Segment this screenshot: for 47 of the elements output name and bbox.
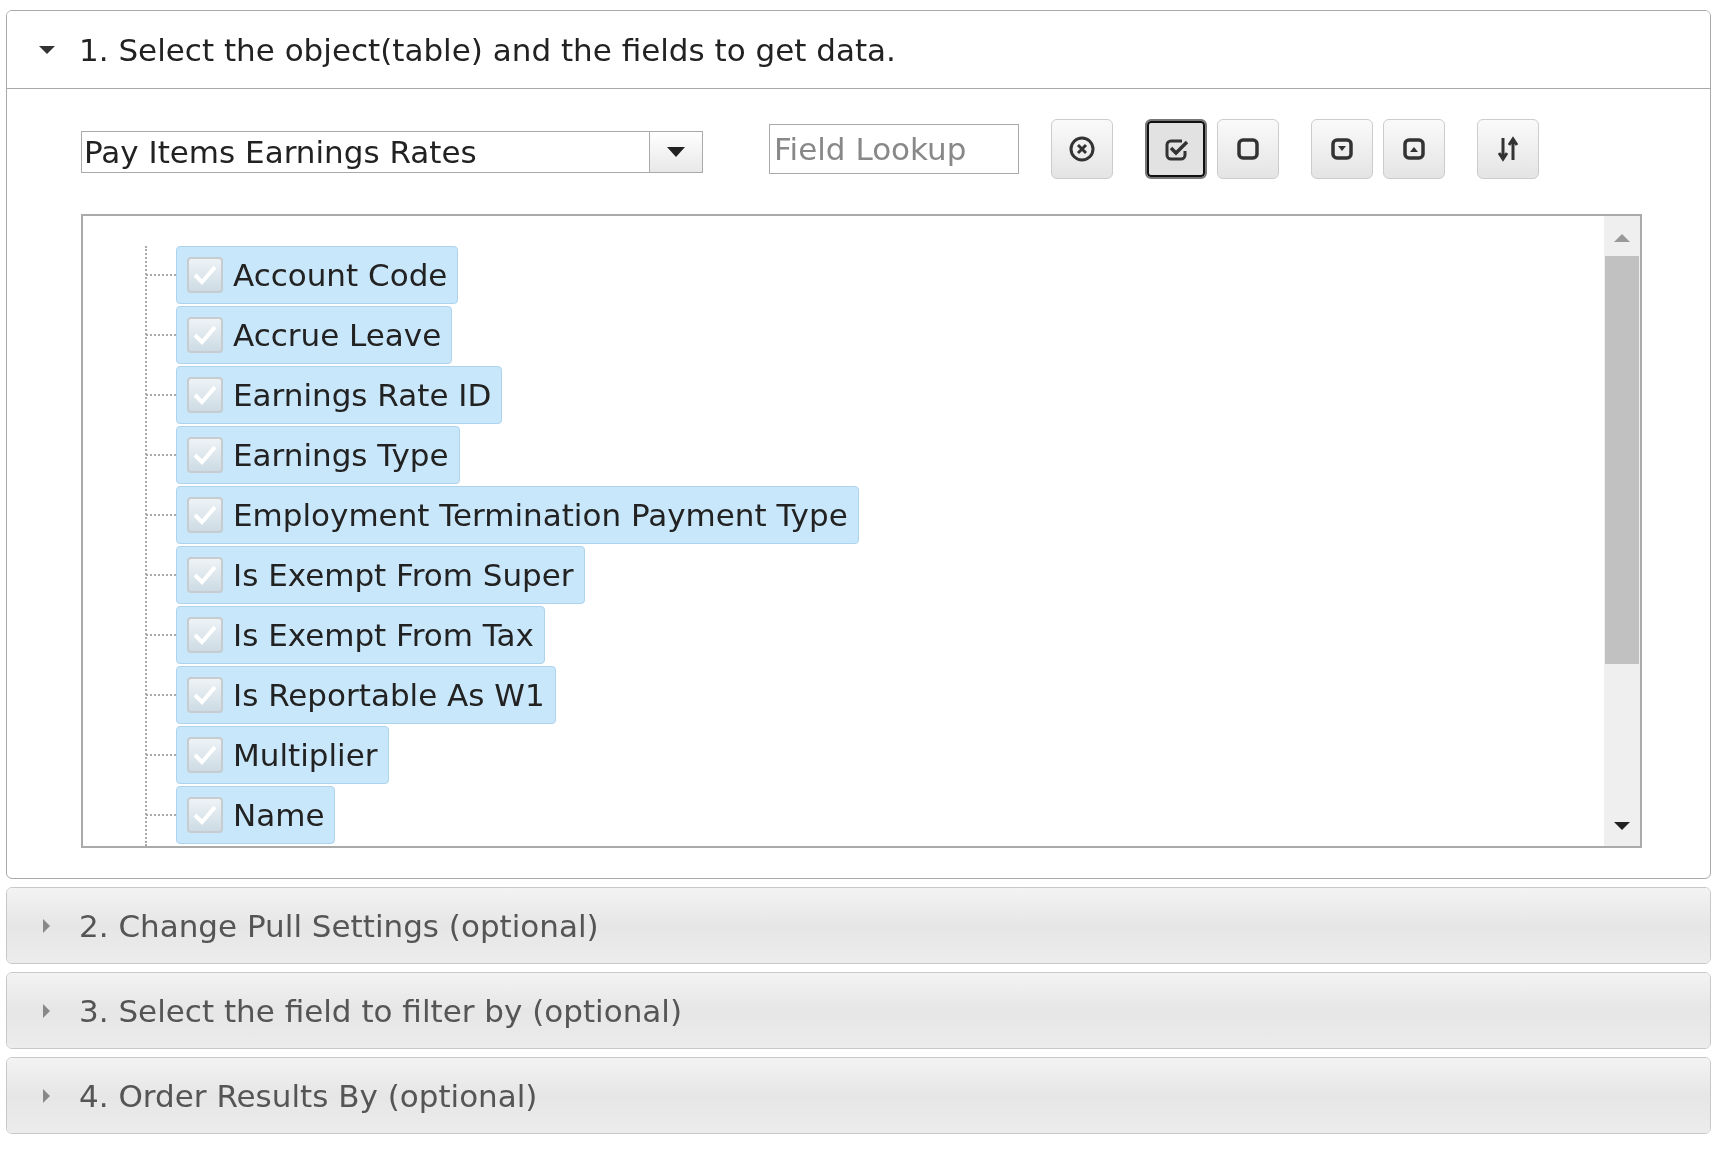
check-icon	[192, 624, 218, 646]
check-icon	[192, 564, 218, 586]
scrollbar[interactable]	[1604, 216, 1640, 846]
tree-item[interactable]: Accrue Leave	[176, 306, 453, 364]
check-all-button[interactable]	[1145, 119, 1207, 179]
checkbox[interactable]	[187, 557, 223, 593]
checkbox[interactable]	[187, 797, 223, 833]
sort-button[interactable]	[1477, 119, 1539, 179]
uncheck-all-button[interactable]	[1217, 119, 1279, 179]
accordion-header[interactable]: 3. Select the field to filter by (optional)	[7, 973, 1710, 1048]
check-icon	[192, 324, 218, 346]
checkbox[interactable]	[187, 617, 223, 653]
clear-icon	[1068, 135, 1096, 163]
check-icon	[192, 504, 218, 526]
check-icon	[192, 444, 218, 466]
checkbox[interactable]	[187, 437, 223, 473]
expand-button[interactable]	[1311, 119, 1373, 179]
accordion-header[interactable]: 1. Select the object(table) and the fields to get data.	[7, 11, 1710, 89]
tree-item[interactable]: Is Reportable As W1	[176, 666, 556, 724]
checkbox[interactable]	[187, 737, 223, 773]
check-icon	[192, 744, 218, 766]
checkbox[interactable]	[187, 317, 223, 353]
tree-item[interactable]: Account Code	[176, 246, 459, 304]
square-icon	[1234, 135, 1262, 163]
check-icon	[192, 264, 218, 286]
checkbox[interactable]	[187, 257, 223, 293]
field-lookup-input[interactable]: Field Lookup	[769, 124, 1019, 174]
tree-item[interactable]: Multiplier	[176, 726, 389, 784]
collapse-button[interactable]	[1383, 119, 1445, 179]
check-icon	[192, 804, 218, 826]
object-dropdown[interactable]: Pay Items Earnings Rates	[81, 131, 703, 173]
tree-item[interactable]: Is Exempt From Tax	[176, 606, 545, 664]
checkbox[interactable]	[187, 377, 223, 413]
tree-item[interactable]: Earnings Type	[176, 426, 460, 484]
accordion-header[interactable]: 2. Change Pull Settings (optional)	[7, 888, 1710, 963]
check-icon	[192, 684, 218, 706]
checkbox[interactable]	[187, 497, 223, 533]
tree-item[interactable]: Earnings Rate ID	[176, 366, 503, 424]
check-icon	[192, 384, 218, 406]
checkbox[interactable]	[187, 677, 223, 713]
caret-down-icon	[667, 146, 685, 158]
tree-item[interactable]: Is Exempt From Super	[176, 546, 585, 604]
accordion-header[interactable]: 4. Order Results By (optional)	[7, 1058, 1710, 1133]
tree-item[interactable]: Name	[176, 786, 336, 844]
tree-item[interactable]: Employment Termination Payment Type	[176, 486, 859, 544]
clear-button[interactable]	[1051, 119, 1113, 179]
scrollbar-thumb[interactable]	[1605, 256, 1639, 664]
